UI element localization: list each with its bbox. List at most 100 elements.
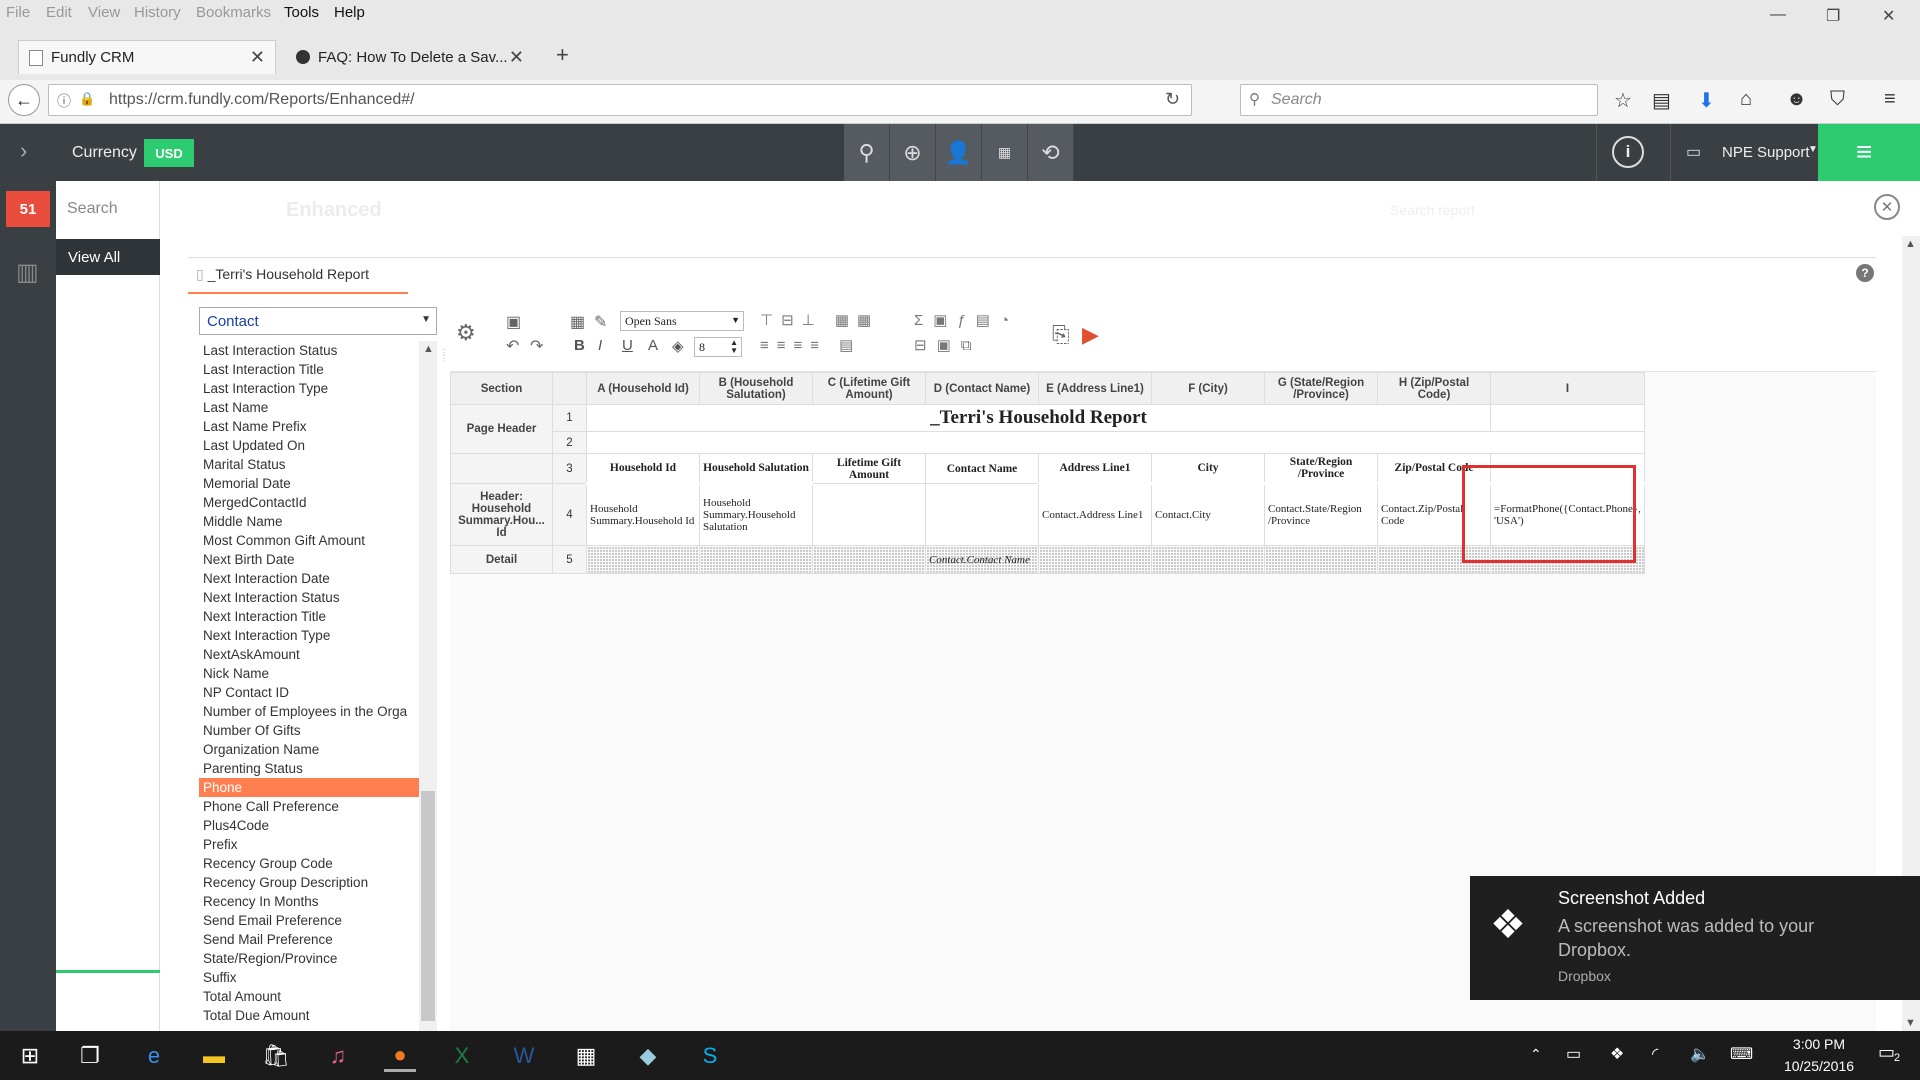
scrollbar[interactable]: ▲	[419, 341, 437, 1031]
settings-gear-icon[interactable]: ⚙	[456, 320, 476, 346]
field-binding-cell[interactable]: Contact.State/Region /Province	[1264, 482, 1378, 546]
store-icon[interactable]: 🛍	[260, 1040, 292, 1072]
field-list-item[interactable]: Suffix	[199, 968, 419, 987]
eraser-icon[interactable]: ✎	[594, 312, 607, 332]
font-family-select[interactable]: Open Sans ▼	[620, 311, 744, 331]
wifi-icon[interactable]: ◜	[1652, 1044, 1658, 1064]
font-size-stepper[interactable]: 8 ▲ ▼	[694, 337, 742, 357]
edge-browser-icon[interactable]: e	[138, 1040, 170, 1072]
field-binding-cell[interactable]	[812, 483, 926, 546]
add-icon[interactable]: ⊕	[890, 124, 936, 181]
field-list-item[interactable]: Next Interaction Type	[199, 626, 419, 645]
field-list-item[interactable]: Next Birth Date	[199, 550, 419, 569]
menu-history[interactable]: History	[134, 4, 181, 21]
menu-view[interactable]: View	[88, 4, 120, 21]
report-tab[interactable]: ▯ _Terri's Household Report	[188, 258, 408, 294]
close-tab-icon[interactable]: ✕	[509, 47, 524, 68]
col-header-c[interactable]: C (Lifetime Gift Amount)	[812, 372, 926, 405]
grid-cell[interactable]	[586, 431, 1645, 454]
field-list-item[interactable]: Middle Name	[199, 512, 419, 531]
tab-fundly-crm[interactable]: Fundly CRM ✕	[18, 40, 276, 74]
formula-group[interactable]: Σ▣ƒ▤◔	[914, 311, 1019, 329]
history-icon[interactable]: ⟲	[1028, 124, 1074, 181]
column-heading-cell[interactable]: Contact Name	[925, 453, 1039, 484]
clock-date[interactable]: 10/25/2016	[1776, 1058, 1862, 1074]
field-list-item[interactable]: Nick Name	[199, 664, 419, 683]
resize-handle-icon[interactable]: ⋮ ⋮	[440, 349, 448, 374]
grid-cell[interactable]	[1264, 545, 1378, 574]
field-list-item[interactable]: Phone	[199, 778, 419, 797]
field-list-item[interactable]: Marital Status	[199, 455, 419, 474]
new-tab-icon[interactable]: +	[556, 42, 569, 68]
minimize-icon[interactable]: —	[1770, 6, 1786, 24]
back-icon[interactable]: ←	[8, 84, 40, 116]
itunes-icon[interactable]: ♫	[322, 1040, 354, 1072]
field-binding-cell[interactable]: Household Summary.Household Id	[586, 482, 700, 546]
field-list-item[interactable]: MergedContactId	[199, 493, 419, 512]
field-list-item[interactable]: NextAskAmount	[199, 645, 419, 664]
keyboard-icon[interactable]: ⌨	[1730, 1044, 1753, 1064]
field-list-item[interactable]: Parenting Status	[199, 759, 419, 778]
field-list-item[interactable]: Last Name	[199, 398, 419, 417]
report-title-cell[interactable]: _Terri's Household Report	[586, 404, 1491, 432]
field-list-item[interactable]: Phone Call Preference	[199, 797, 419, 816]
field-list-item[interactable]: Last Interaction Status	[199, 341, 419, 360]
file-explorer-icon[interactable]: ▬	[198, 1040, 230, 1072]
field-list-item[interactable]: Most Common Gift Amount	[199, 531, 419, 550]
menu-bookmarks[interactable]: Bookmarks	[196, 4, 271, 21]
field-list-item[interactable]: Plus4Code	[199, 816, 419, 835]
help-icon[interactable]: ?	[1856, 264, 1874, 282]
col-header-e[interactable]: E (Address Line1)	[1038, 372, 1152, 405]
field-list-item[interactable]: Send Email Preference	[199, 911, 419, 930]
grid-cell[interactable]	[1151, 545, 1265, 574]
field-list-item[interactable]: Next Interaction Status	[199, 588, 419, 607]
notification-badge[interactable]: 51	[6, 191, 50, 227]
browser-search[interactable]: ⚲ Search	[1240, 84, 1598, 116]
undo-icon[interactable]: ↶	[506, 336, 519, 356]
col-header-b[interactable]: B (Household Salutation)	[699, 372, 813, 405]
col-header-i[interactable]: I	[1490, 372, 1645, 405]
tray-chevron-icon[interactable]: ⌃	[1530, 1046, 1542, 1063]
column-heading-cell[interactable]: Address Line1	[1038, 453, 1152, 484]
calculator-icon[interactable]: ▦	[570, 1040, 602, 1072]
field-list-item[interactable]: Memorial Date	[199, 474, 419, 493]
field-list-item[interactable]: Last Updated On	[199, 436, 419, 455]
save-icon[interactable]: ▣	[506, 312, 521, 332]
sidebar-search[interactable]: Search	[67, 200, 118, 218]
reports-chart-icon[interactable]: ▥	[16, 258, 39, 287]
field-binding-cell[interactable]: Household Summary.Household Salutation	[699, 482, 813, 546]
skype-icon[interactable]: S	[694, 1040, 726, 1072]
scroll-up-icon[interactable]: ▲	[423, 343, 434, 355]
bold-icon[interactable]: B	[574, 337, 585, 354]
format-painter-icon[interactable]: ▦	[570, 312, 585, 332]
pocket-icon[interactable]: ⛉	[1830, 88, 1845, 111]
task-view-icon[interactable]: ❐	[74, 1040, 106, 1072]
grid-cell[interactable]	[586, 545, 700, 574]
emoji-icon[interactable]: ☻	[1786, 88, 1807, 111]
hamburger-menu-icon[interactable]: ≡	[1884, 88, 1896, 111]
field-binding-cell[interactable]: Contact.City	[1151, 482, 1265, 546]
scroll-down-icon[interactable]: ▼	[1905, 1017, 1916, 1029]
currency-selector[interactable]: USD	[144, 139, 194, 167]
windows-start-icon[interactable]: ⊞	[14, 1040, 46, 1072]
firefox-icon[interactable]: ●	[384, 1040, 416, 1072]
export-icon[interactable]: ⎘	[1052, 322, 1070, 348]
expand-sidebar-icon[interactable]: ›	[20, 138, 27, 164]
category-select[interactable]: Contact ▼	[199, 307, 437, 335]
field-list-item[interactable]: Recency Group Description	[199, 873, 419, 892]
field-binding-cell[interactable]	[925, 483, 1039, 546]
grid-cell[interactable]	[699, 545, 813, 574]
field-list-item[interactable]: Next Interaction Date	[199, 569, 419, 588]
col-header-g[interactable]: G (State/Region /Province)	[1264, 372, 1378, 405]
cell-group[interactable]: ⊟▣⧉	[914, 336, 981, 354]
field-list-item[interactable]: Last Interaction Type	[199, 379, 419, 398]
menu-file[interactable]: File	[6, 4, 30, 21]
close-window-icon[interactable]: ✕	[1882, 6, 1895, 26]
close-panel-icon[interactable]: ✕	[1874, 194, 1900, 220]
field-list-item[interactable]: Recency Group Code	[199, 854, 419, 873]
app-icon[interactable]: ◆	[632, 1040, 664, 1072]
field-list-item[interactable]: Last Name Prefix	[199, 417, 419, 436]
field-list-item[interactable]: Prefix	[199, 835, 419, 854]
field-list-item[interactable]: Total Amount	[199, 987, 419, 1006]
grid-cell[interactable]	[812, 545, 926, 574]
